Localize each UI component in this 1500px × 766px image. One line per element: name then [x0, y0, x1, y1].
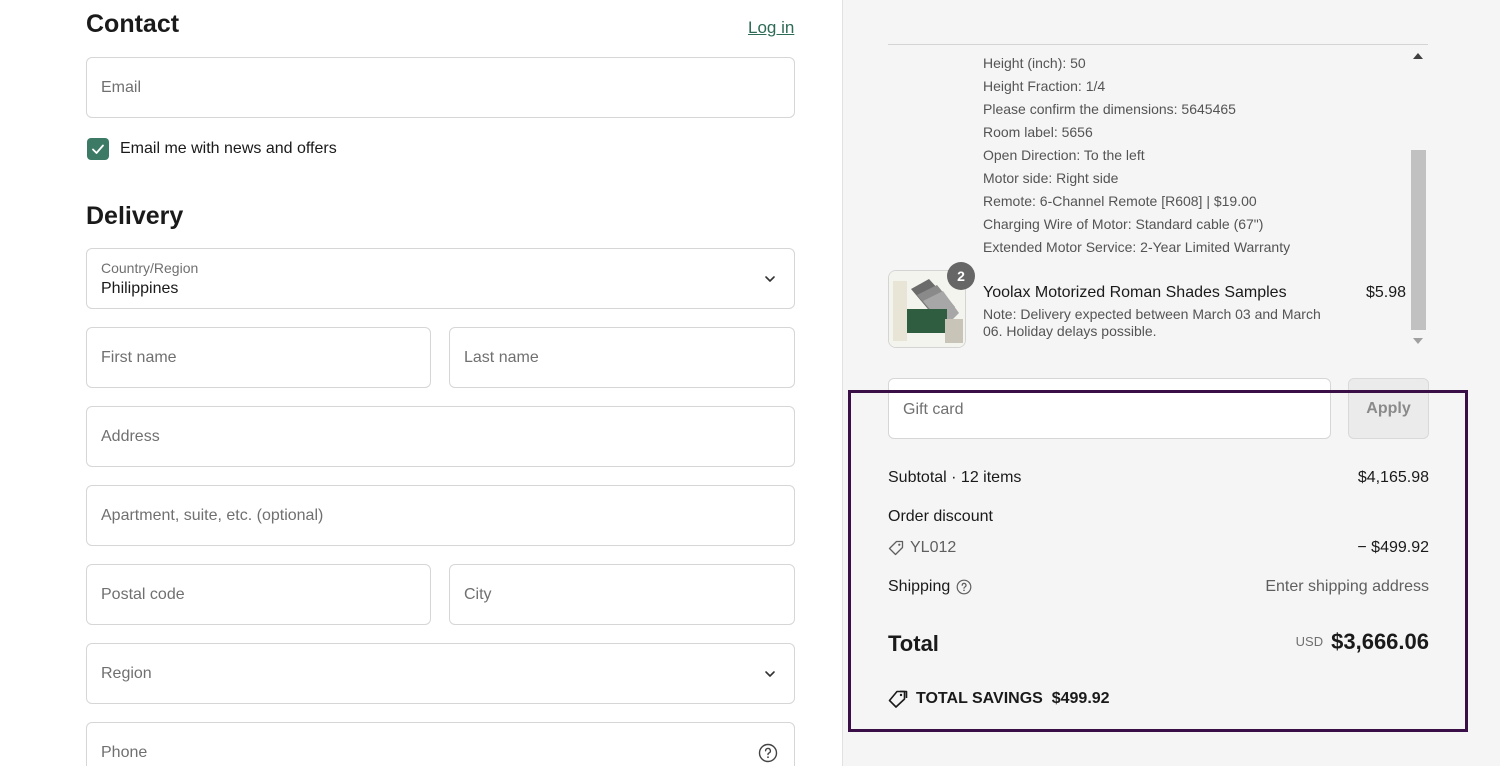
product-option-line: Remote: 6-Channel Remote [R608] | $19.00 — [983, 193, 1257, 209]
city-placeholder: City — [464, 585, 492, 603]
shipping-row: Shipping Enter shipping address — [888, 578, 1429, 596]
divider — [888, 44, 1428, 45]
country-select[interactable]: Country/Region Philippines — [86, 248, 795, 309]
phone-field[interactable]: Phone — [86, 722, 795, 766]
chevron-down-icon — [765, 670, 775, 677]
product-option-line: Motor side: Right side — [983, 170, 1119, 186]
shipping-value: Enter shipping address — [1265, 578, 1429, 595]
discount-code: YL012 — [910, 539, 957, 556]
scrollbar-thumb[interactable] — [1411, 150, 1426, 330]
city-field[interactable]: City — [449, 564, 795, 625]
total-value: $3,666.06 — [1331, 629, 1429, 654]
contact-heading: Contact — [86, 10, 180, 38]
region-select[interactable]: Region — [86, 643, 795, 704]
email-field[interactable]: Email — [86, 57, 795, 118]
order-discount-label: Order discount — [888, 508, 993, 525]
total-row: Total USD $3,666.06 — [888, 629, 1429, 657]
product-option-line: Room label: 5656 — [983, 124, 1093, 140]
postal-code-placeholder: Postal code — [101, 585, 185, 603]
checkout-form: Contact Log in Email Email me with news … — [0, 0, 842, 766]
first-name-placeholder: First name — [101, 348, 177, 366]
apply-button[interactable]: Apply — [1348, 378, 1429, 439]
help-circle-icon[interactable] — [956, 579, 972, 595]
product-options-list: Height (inch): 50 Height Fraction: 1/4 Ple… — [983, 52, 1290, 259]
product-name: Yoolax Motorized Roman Shades Samples — [983, 284, 1287, 301]
login-link[interactable]: Log in — [748, 18, 794, 38]
last-name-field[interactable]: Last name — [449, 327, 795, 388]
chevron-down-icon — [765, 275, 775, 282]
subtotal-label: Subtotal · 12 items — [888, 469, 1022, 486]
gift-card-field[interactable]: Gift card — [888, 378, 1331, 439]
phone-placeholder: Phone — [101, 743, 148, 761]
product-option-line: Height Fraction: 1/4 — [983, 78, 1106, 94]
apartment-field[interactable]: Apartment, suite, etc. (optional) — [86, 485, 795, 546]
quantity-badge: 2 — [947, 262, 975, 290]
subtotal-value: $4,165.98 — [1357, 469, 1429, 486]
savings-tag-icon — [888, 690, 908, 708]
country-value: Philippines — [101, 280, 179, 297]
region-placeholder: Region — [101, 664, 152, 682]
total-currency: USD — [1295, 634, 1324, 649]
help-circle-icon[interactable] — [758, 743, 778, 763]
postal-code-field[interactable]: Postal code — [86, 564, 431, 625]
tag-icon — [888, 540, 904, 555]
product-option-line: Please confirm the dimensions: 5645465 — [983, 101, 1236, 117]
country-label: Country/Region — [101, 260, 199, 276]
total-savings: TOTAL SAVINGS $499.92 — [888, 690, 1110, 708]
product-option-line: Open Direction: To the left — [983, 147, 1145, 163]
scroll-up-arrow[interactable] — [1413, 53, 1423, 59]
product-option-line: Height (inch): 50 — [983, 55, 1086, 71]
checkmark-icon — [92, 144, 104, 154]
order-discount-row: Order discount — [888, 508, 1429, 526]
total-label: Total — [888, 631, 939, 656]
scroll-down-arrow[interactable] — [1413, 338, 1423, 344]
product-option-line: Extended Motor Service: 2-Year Limited W… — [983, 239, 1291, 255]
email-placeholder: Email — [101, 78, 142, 96]
subtotal-row: Subtotal · 12 items $4,165.98 — [888, 469, 1429, 487]
newsletter-checkbox[interactable] — [87, 138, 109, 160]
product-note: Note: Delivery expected between March 03… — [983, 306, 1321, 339]
savings-label: TOTAL SAVINGS — [916, 690, 1043, 708]
discount-value: − $499.92 — [1357, 539, 1429, 556]
address-field[interactable]: Address — [86, 406, 795, 467]
first-name-field[interactable]: First name — [86, 327, 431, 388]
newsletter-label: Email me with news and offers — [120, 140, 337, 157]
product-price: $5.98 — [1366, 284, 1407, 301]
last-name-placeholder: Last name — [464, 348, 539, 366]
delivery-heading: Delivery — [86, 202, 184, 230]
gift-card-placeholder: Gift card — [903, 401, 964, 418]
product-option-line: Charging Wire of Motor: Standard cable (… — [983, 216, 1264, 232]
apartment-placeholder: Apartment, suite, etc. (optional) — [101, 506, 324, 524]
address-placeholder: Address — [101, 427, 160, 445]
discount-code-row: YL012 − $499.92 — [888, 539, 1429, 557]
shipping-label: Shipping — [888, 578, 951, 595]
savings-value: $499.92 — [1051, 690, 1110, 708]
